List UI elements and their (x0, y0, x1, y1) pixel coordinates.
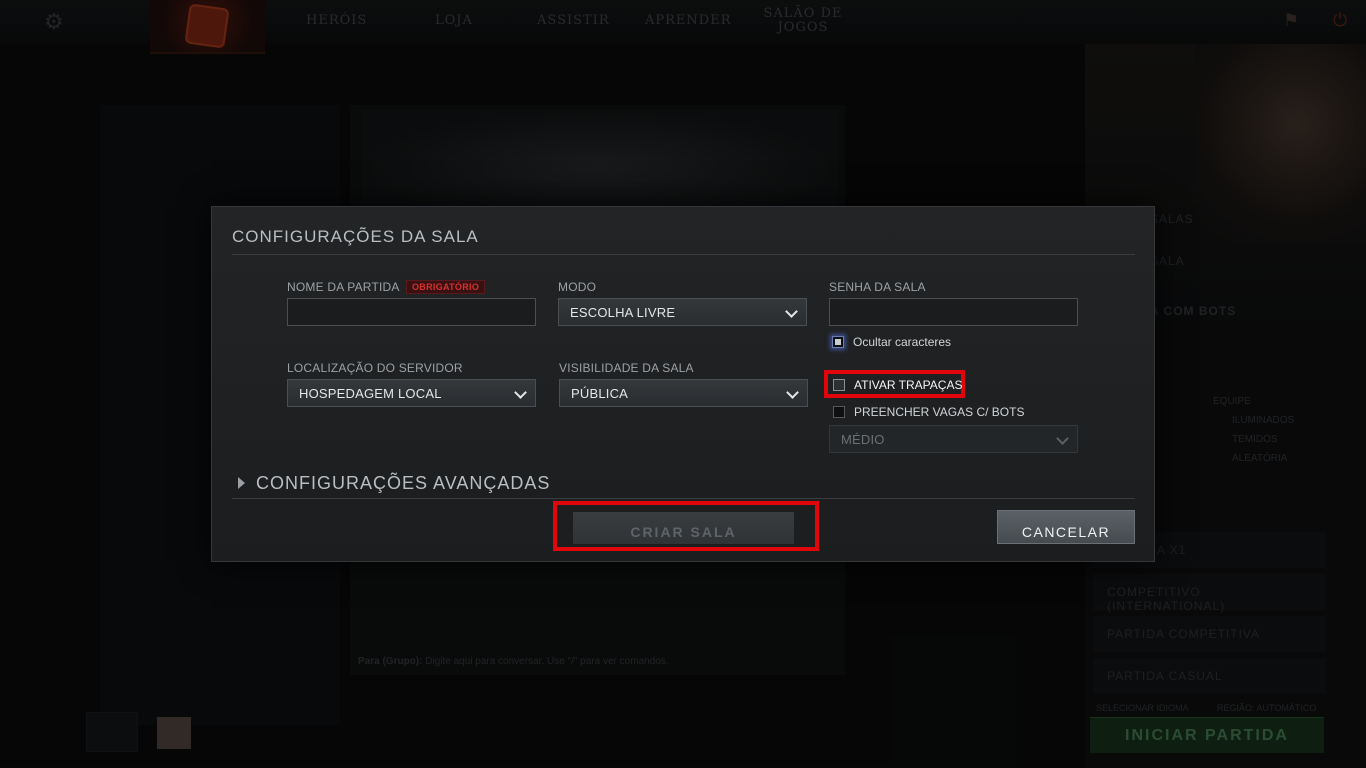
fill-bots-label: PREENCHER VAGAS C/ BOTS (854, 405, 1025, 419)
server-location-select[interactable]: HOSPEDAGEM LOCAL (287, 379, 536, 407)
chevron-down-icon (786, 386, 799, 399)
server-location-value: HOSPEDAGEM LOCAL (299, 386, 442, 401)
cheats-checkbox-row[interactable]: ATIVAR TRAPAÇAS (833, 378, 963, 394)
mode-select[interactable]: ESCOLHA LIVRE (558, 298, 807, 326)
chevron-right-icon (238, 477, 245, 489)
match-name-label: NOME DA PARTIDA (287, 280, 400, 294)
advanced-settings-label: CONFIGURAÇÕES AVANÇADAS (256, 473, 551, 493)
visibility-label: VISIBILIDADE DA SALA (559, 361, 694, 375)
password-input[interactable] (829, 298, 1078, 326)
cancel-button[interactable]: CANCELAR (997, 510, 1135, 544)
chevron-down-icon (514, 386, 527, 399)
password-label: SENHA DA SALA (829, 280, 926, 294)
server-location-label: LOCALIZAÇÃO DO SERVIDOR (287, 361, 463, 375)
match-name-input[interactable] (287, 298, 536, 326)
bot-difficulty-select[interactable]: MÉDIO (829, 425, 1078, 453)
chevron-down-icon (785, 305, 798, 318)
fill-bots-checkbox-row[interactable]: PREENCHER VAGAS C/ BOTS (833, 405, 1033, 421)
cheats-checkbox[interactable] (833, 379, 845, 391)
visibility-value: PÚBLICA (571, 386, 629, 401)
hide-chars-checkbox-row[interactable]: Ocultar caracteres (832, 335, 992, 351)
divider (232, 254, 1135, 255)
mode-label: MODO (558, 280, 597, 294)
chevron-down-icon (1056, 432, 1069, 445)
bot-difficulty-value: MÉDIO (841, 432, 885, 447)
hide-chars-label: Ocultar caracteres (853, 335, 952, 349)
dialog-title: CONFIGURAÇÕES DA SALA (232, 227, 479, 246)
cheats-label: ATIVAR TRAPAÇAS (854, 378, 963, 392)
lobby-settings-dialog: CONFIGURAÇÕES DA SALA NOME DA PARTIDA OB… (211, 206, 1155, 562)
divider (232, 498, 1135, 499)
mode-value: ESCOLHA LIVRE (570, 305, 676, 320)
required-badge: OBRIGATÓRIO (406, 280, 486, 294)
visibility-select[interactable]: PÚBLICA (559, 379, 808, 407)
create-lobby-button[interactable]: CRIAR SALA (573, 512, 794, 544)
hide-chars-checkbox[interactable] (832, 336, 844, 348)
fill-bots-checkbox[interactable] (833, 406, 845, 418)
